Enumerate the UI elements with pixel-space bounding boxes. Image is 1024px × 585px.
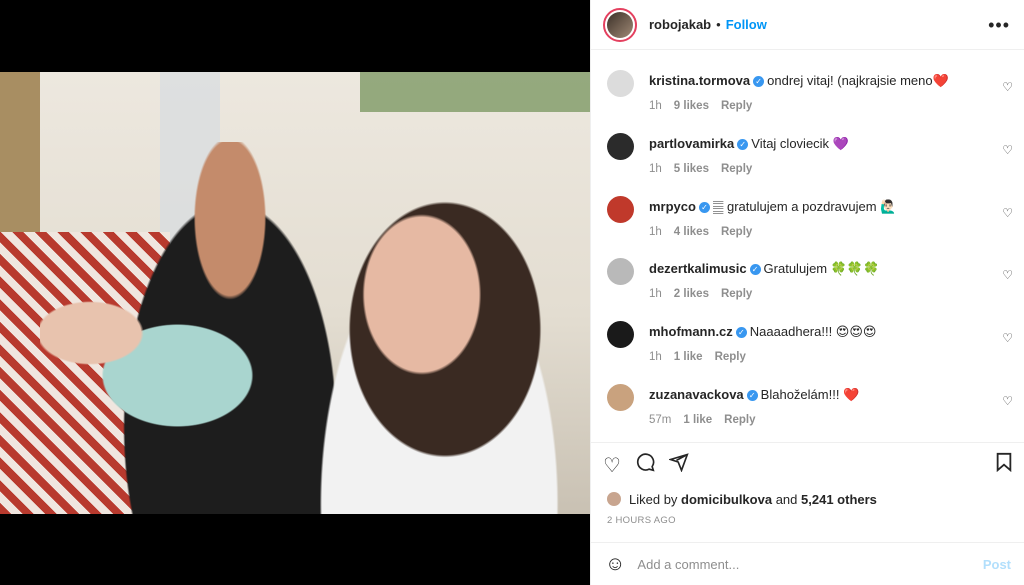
comment-meta: 1h 4 likes Reply xyxy=(649,226,764,238)
verified-badge-icon: ✓ xyxy=(753,76,765,88)
comment-item: mhofmann.cz ✓ Naaaadhera!!! 😍😍😍 1h 1 like Rep… xyxy=(591,313,1024,376)
photo-plants xyxy=(360,72,590,112)
comment-like-heart-icon[interactable]: ♡ xyxy=(1002,394,1013,408)
author-username[interactable]: robojakab xyxy=(649,17,711,32)
comment-reply-button[interactable]: Reply xyxy=(724,414,755,426)
comment-time[interactable]: 1h xyxy=(649,226,662,238)
commenter-avatar[interactable] xyxy=(607,70,634,97)
comment-body: Blahoželám!!! ❤️ xyxy=(760,386,860,402)
commenter-username[interactable]: kristina.tormova xyxy=(649,73,750,88)
commenter-avatar[interactable] xyxy=(607,258,634,286)
commenter-username[interactable]: partlovamirka xyxy=(649,136,734,151)
liker-avatar[interactable] xyxy=(607,492,621,506)
comment-time[interactable]: 1h xyxy=(649,163,662,175)
like-heart-icon[interactable]: ♡ xyxy=(603,453,621,478)
comment-likes[interactable]: 9 likes xyxy=(674,100,709,112)
header-separator: • xyxy=(716,17,721,32)
comment-likes[interactable]: 1 like xyxy=(674,351,703,363)
comment-text-line: kristina.tormova ✓ ondrej vitaj! (najkrajs… xyxy=(649,72,985,90)
likes-and: and xyxy=(775,491,798,507)
likes-summary: Liked by domicibulkova and 5,241 others xyxy=(591,487,1024,511)
comment-meta: 1h 2 likes Reply xyxy=(649,288,764,300)
commenter-username[interactable]: zuzanavackova xyxy=(649,387,744,402)
author-avatar[interactable] xyxy=(603,7,637,42)
verified-badge-icon: ✓ xyxy=(737,138,749,150)
comment-like-heart-icon[interactable]: ♡ xyxy=(1002,268,1013,282)
comment-reply-button[interactable]: Reply xyxy=(721,288,752,300)
comment-likes[interactable]: 2 likes xyxy=(674,288,709,300)
commenter-username[interactable]: dezertkalimusic xyxy=(649,261,747,276)
save-bookmark-icon[interactable] xyxy=(995,452,1013,478)
comment-likes[interactable]: 4 likes xyxy=(674,226,709,238)
post-comment-button[interactable]: Post xyxy=(983,557,1011,572)
comment-reply-button[interactable]: Reply xyxy=(721,226,752,238)
share-paper-plane-icon[interactable] xyxy=(667,452,689,478)
follow-button[interactable]: Follow xyxy=(726,17,767,32)
comment-text-line: zuzanavackova ✓ Blahoželám!!! ❤️ xyxy=(649,386,985,404)
comment-text-line: mrpyco ✓ 𝄛 gratulujem a pozdravujem 🙋🏻‍♂️ xyxy=(649,198,985,216)
likes-prefix: Liked by xyxy=(629,491,678,507)
liker-username[interactable]: domicibulkova xyxy=(681,492,772,507)
commenter-avatar[interactable] xyxy=(607,321,634,349)
comment-text-line: dezertkalimusic ✓ Gratulujem 🍀🍀🍀 xyxy=(649,260,985,278)
comment-body: Naaaadhera!!! 😍😍😍 xyxy=(749,324,877,340)
comments-list[interactable]: kristina.tormova ✓ ondrej vitaj! (najkrajs… xyxy=(591,62,1024,442)
post-modal: robojakab • Follow ••• kristina.tormova ✓… xyxy=(0,0,1024,585)
comment-input[interactable] xyxy=(637,556,983,572)
action-icons-row: ♡ xyxy=(591,443,1024,487)
comment-body: ondrej vitaj! (najkrajsie meno❤️ xyxy=(767,73,949,88)
comment-likes[interactable]: 5 likes xyxy=(674,163,709,175)
comment-time[interactable]: 57m xyxy=(649,414,671,426)
comment-text-line: partlovamirka ✓ Vitaj cloviecik 💜 xyxy=(649,135,985,153)
comment-reply-button[interactable]: Reply xyxy=(715,351,746,363)
post-side-panel: robojakab • Follow ••• kristina.tormova ✓… xyxy=(590,0,1024,585)
comment-item: mrpyco ✓ 𝄛 gratulujem a pozdravujem 🙋🏻‍♂️ 1… xyxy=(591,188,1024,251)
comment-item: partlovamirka ✓ Vitaj cloviecik 💜 1h 5 likes… xyxy=(591,125,1024,188)
comment-item: kristina.tormova ✓ ondrej vitaj! (najkrajs… xyxy=(591,62,1024,125)
verified-badge-icon: ✓ xyxy=(698,201,710,213)
comment-body: Vitaj cloviecik 💜 xyxy=(751,135,849,151)
verified-badge-icon: ✓ xyxy=(749,264,761,276)
comment-meta: 1h 9 likes Reply xyxy=(649,100,764,112)
comment-like-heart-icon[interactable]: ♡ xyxy=(1002,331,1013,345)
comment-text-line: mhofmann.cz ✓ Naaaadhera!!! 😍😍😍 xyxy=(649,323,985,341)
comment-reply-button[interactable]: Reply xyxy=(721,100,752,112)
comment-body: 𝄛 gratulujem a pozdravujem 🙋🏻‍♂️ xyxy=(712,198,897,214)
comment-meta: 57m 1 like Reply xyxy=(649,414,767,426)
comment-likes[interactable]: 1 like xyxy=(683,414,712,426)
photo-baby xyxy=(40,282,290,452)
comment-time[interactable]: 1h xyxy=(649,100,662,112)
post-media xyxy=(0,0,590,585)
commenter-avatar[interactable] xyxy=(607,132,634,160)
add-comment-bar: ☺ Post xyxy=(591,542,1024,585)
more-options-icon[interactable]: ••• xyxy=(988,16,1010,34)
commenter-username[interactable]: mrpyco xyxy=(649,199,696,214)
comment-time[interactable]: 1h xyxy=(649,288,662,300)
post-actions: ♡ Liked by domicibulkova and 5,241 other… xyxy=(591,442,1024,531)
comment-time[interactable]: 1h xyxy=(649,351,662,363)
commenter-avatar[interactable] xyxy=(607,195,634,223)
photo-window xyxy=(0,72,40,252)
comment-item: dezertkalimusic ✓ Gratulujem 🍀🍀🍀 1h 2 likes R… xyxy=(591,250,1024,313)
comment-bubble-icon[interactable] xyxy=(635,452,655,478)
comment-reply-button[interactable]: Reply xyxy=(721,163,752,175)
comment-body: Gratulujem 🍀🍀🍀 xyxy=(763,261,880,277)
comment-meta: 1h 1 like Reply xyxy=(649,351,758,363)
comment-meta: 1h 5 likes Reply xyxy=(649,163,764,175)
comment-item: zuzanavackova ✓ Blahoželám!!! ❤️ 57m 1 like R… xyxy=(591,376,1024,439)
verified-badge-icon: ✓ xyxy=(735,327,747,339)
post-timestamp[interactable]: 2 HOURS AGO xyxy=(591,511,1024,531)
comment-like-heart-icon[interactable]: ♡ xyxy=(1002,143,1013,157)
commenter-username[interactable]: mhofmann.cz xyxy=(649,324,733,339)
comment-like-heart-icon[interactable]: ♡ xyxy=(1002,80,1013,94)
emoji-smiley-icon[interactable]: ☺ xyxy=(605,553,625,576)
post-photo[interactable] xyxy=(0,72,590,514)
commenter-avatar[interactable] xyxy=(607,383,634,411)
comment-like-heart-icon[interactable]: ♡ xyxy=(1002,206,1013,220)
likes-others-count[interactable]: 5,241 others xyxy=(801,492,877,507)
photo-woman xyxy=(300,172,590,514)
post-header: robojakab • Follow ••• xyxy=(591,0,1024,50)
verified-badge-icon: ✓ xyxy=(746,390,758,402)
